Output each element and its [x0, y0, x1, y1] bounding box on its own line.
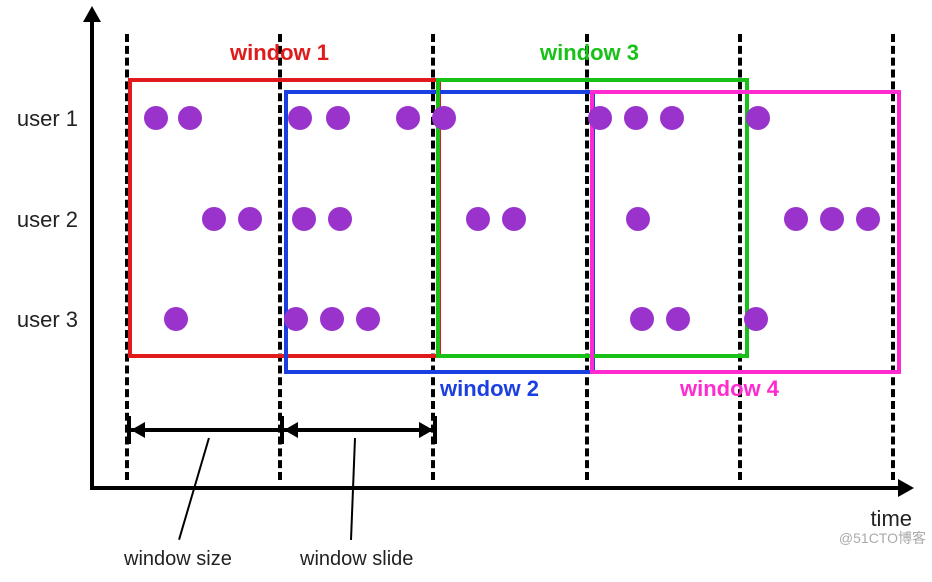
event-dot — [660, 106, 684, 130]
size-arrow-left-icon — [131, 422, 145, 438]
event-dot — [288, 106, 312, 130]
window-2-label: window 2 — [440, 376, 539, 402]
slide-arrow-left-icon — [284, 422, 298, 438]
slide-cap-icon — [433, 416, 437, 444]
event-dot — [666, 307, 690, 331]
event-dot — [320, 307, 344, 331]
x-axis-arrow-icon — [898, 479, 914, 497]
size-label: window size — [124, 548, 232, 571]
event-dot — [820, 207, 844, 231]
event-dot — [144, 106, 168, 130]
row-label-user3: user 3 — [0, 307, 78, 333]
event-dot — [292, 207, 316, 231]
event-dot — [744, 307, 768, 331]
window-4-label: window 4 — [680, 376, 779, 402]
event-dot — [784, 207, 808, 231]
y-axis — [90, 20, 94, 490]
window-4 — [590, 90, 901, 374]
event-dot — [202, 207, 226, 231]
event-dot — [432, 106, 456, 130]
x-axis — [90, 486, 900, 490]
y-axis-arrow-icon — [83, 6, 101, 22]
event-dot — [328, 207, 352, 231]
window-3-label: window 3 — [540, 40, 639, 66]
event-dot — [746, 106, 770, 130]
window-1-label: window 1 — [230, 40, 329, 66]
watermark: @51CTO博客 — [839, 528, 926, 548]
slide-arrow-right-icon — [419, 422, 433, 438]
event-dot — [238, 207, 262, 231]
event-dot — [624, 106, 648, 130]
event-dot — [502, 207, 526, 231]
event-dot — [466, 207, 490, 231]
event-dot — [356, 307, 380, 331]
diagram-stage: user 1 user 2 user 3 window 1 window 2 windo… — [0, 0, 932, 582]
event-dot — [626, 207, 650, 231]
slide-label: window slide — [300, 548, 413, 571]
event-dot — [588, 106, 612, 130]
event-dot — [630, 307, 654, 331]
slide-line — [284, 428, 433, 432]
event-dot — [396, 106, 420, 130]
event-dot — [164, 307, 188, 331]
event-dot — [178, 106, 202, 130]
row-label-user1: user 1 — [0, 106, 78, 132]
event-dot — [856, 207, 880, 231]
event-dot — [326, 106, 350, 130]
row-label-user2: user 2 — [0, 207, 78, 233]
event-dot — [284, 307, 308, 331]
